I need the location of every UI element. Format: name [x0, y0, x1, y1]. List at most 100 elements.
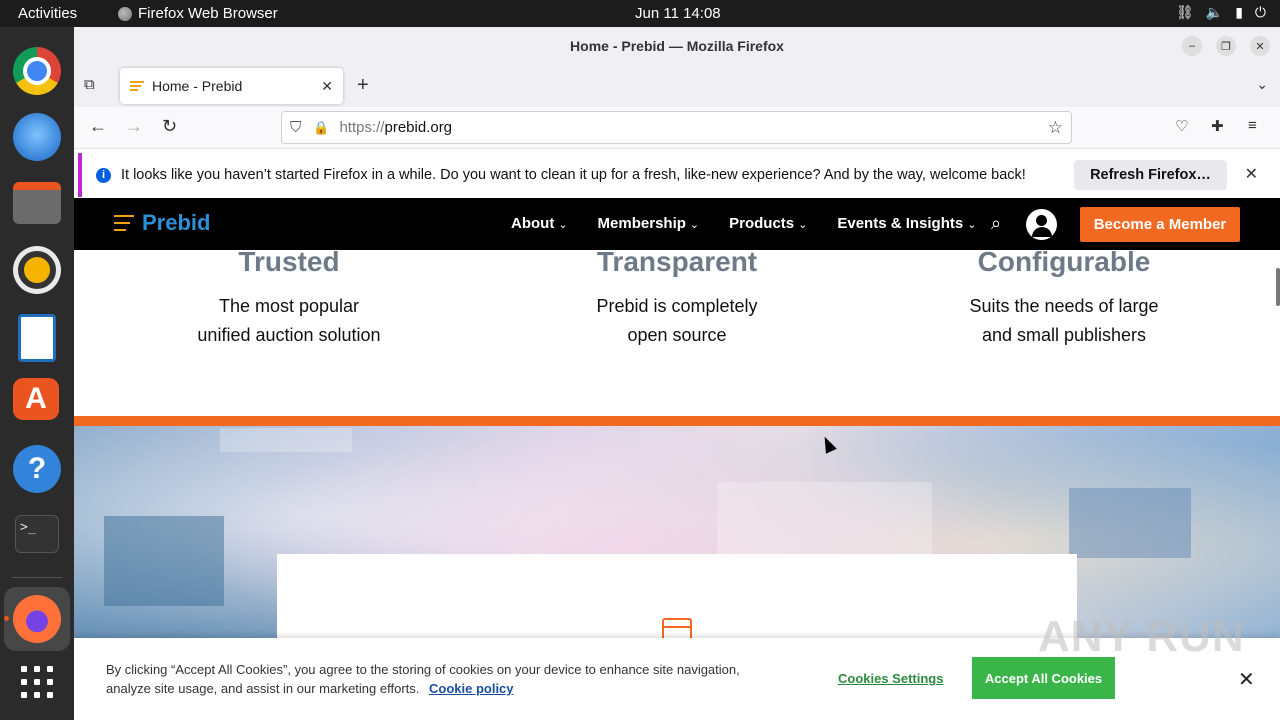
nav-about[interactable]: About ⌄ — [511, 215, 568, 232]
cookie-text: By clicking “Accept All Cookies”, you ag… — [106, 660, 806, 698]
nav-products-label: Products — [729, 215, 795, 232]
feature-transparent: Transparent Prebid is completely open sou… — [527, 246, 827, 350]
hero-decor — [1069, 488, 1191, 558]
power-icon: ⏻ — [1254, 4, 1266, 20]
feature-title: Trusted — [238, 246, 340, 277]
feature-title: Transparent — [596, 246, 758, 277]
accept-all-cookies-button[interactable]: Accept All Cookies — [972, 657, 1115, 699]
nav-events-label: Events & Insights — [837, 215, 964, 232]
firefox-small-icon — [118, 6, 132, 21]
feature-text-line1: Prebid is completely — [596, 296, 758, 316]
site-nav: About ⌄ Membership ⌄ Products ⌄ Events & In… — [511, 215, 976, 232]
tab-bar: ⧉ Home - Prebid ✕ + ⌄ — [74, 64, 1280, 107]
info-icon: i — [96, 167, 111, 183]
list-all-tabs-icon[interactable]: ⌄ — [1256, 76, 1268, 93]
feature-text-line1: Suits the needs of large — [969, 296, 1159, 316]
clock[interactable]: Jun 11 14:08 — [635, 5, 721, 22]
menu-hamburger-icon[interactable]: ≡ — [1248, 117, 1257, 134]
close-cookie-banner-icon[interactable]: ✕ — [1238, 667, 1255, 692]
terminal-icon[interactable]: >_ — [15, 515, 59, 553]
tab-label: Home - Prebid — [152, 78, 243, 94]
thunderbird-icon[interactable] — [13, 113, 61, 161]
maximize-button[interactable]: ❐ — [1216, 36, 1236, 56]
feature-text-line2: open source — [627, 325, 727, 345]
system-top-bar: Activities Firefox Web Browser Jun 11 14… — [0, 0, 1280, 27]
close-window-button[interactable]: ✕ — [1250, 36, 1270, 56]
forward-icon[interactable]: → — [125, 116, 143, 137]
chrome-icon[interactable] — [13, 47, 61, 95]
become-member-button[interactable]: Become a Member — [1080, 207, 1240, 242]
url-scheme: https:// — [339, 119, 385, 136]
lock-icon[interactable]: 🔒 — [313, 120, 329, 136]
account-icon[interactable] — [1026, 209, 1057, 240]
prebid-logo[interactable]: Prebid — [114, 210, 210, 236]
rhythmbox-icon[interactable] — [13, 246, 61, 294]
close-notification-icon[interactable]: ✕ — [1245, 164, 1258, 184]
feature-text-line2: and small publishers — [981, 325, 1147, 345]
refresh-firefox-button[interactable]: Refresh Firefox… — [1074, 160, 1227, 190]
cookie-policy-link[interactable]: Cookie policy — [429, 681, 514, 696]
libreoffice-writer-icon[interactable] — [18, 314, 56, 362]
nav-about-label: About — [511, 215, 555, 232]
window-titlebar: Home - Prebid — Mozilla Firefox – ❐ ✕ — [74, 27, 1280, 64]
search-icon[interactable]: ⌕ — [991, 213, 1001, 234]
chevron-down-icon: ⌄ — [689, 219, 700, 231]
nav-products[interactable]: Products ⌄ — [729, 215, 807, 232]
url-bar[interactable]: ⛉ 🔒 https://prebid.org ☆ — [281, 111, 1072, 144]
app-center-icon[interactable]: A — [13, 378, 59, 420]
activities-button[interactable]: Activities — [18, 5, 77, 22]
feature-text-line1: The most popular — [218, 296, 360, 316]
cookie-text-line2: analyze site usage, and assist in our ma… — [106, 681, 420, 696]
refresh-firefox-notification: i It looks like you haven’t started Fire… — [78, 153, 1276, 197]
feature-configurable: Configurable Suits the needs of large and… — [914, 246, 1214, 350]
system-tray[interactable]: ⛓ 🔈 ▮ ⏻ — [1176, 4, 1266, 21]
close-tab-icon[interactable]: ✕ — [321, 78, 333, 95]
help-icon[interactable]: ? — [13, 445, 61, 493]
prebid-logo-icon — [114, 215, 134, 231]
cookie-text-line1: By clicking “Accept All Cookies”, you ag… — [106, 662, 740, 677]
chevron-down-icon: ⌄ — [798, 219, 808, 231]
dock-separator — [12, 577, 62, 578]
nav-membership-label: Membership — [597, 215, 686, 232]
firefox-view-icon[interactable]: ⧉ — [84, 76, 95, 93]
logo-text: Prebid — [142, 210, 211, 235]
hero-decor — [717, 482, 932, 562]
new-tab-button[interactable]: + — [357, 74, 369, 97]
cookies-settings-button[interactable]: Cookies Settings — [838, 671, 943, 686]
notification-message: It looks like you haven’t started Firefo… — [121, 167, 1026, 183]
app-menu-label: Firefox Web Browser — [138, 5, 278, 22]
back-icon[interactable]: ← — [89, 116, 107, 137]
volume-icon: 🔈 — [1205, 4, 1224, 20]
chevron-down-icon: ⌄ — [558, 219, 568, 231]
window-title: Home - Prebid — Mozilla Firefox — [570, 38, 784, 54]
tab-home-prebid[interactable]: Home - Prebid ✕ — [120, 68, 343, 104]
orange-divider — [74, 416, 1280, 426]
url-host: prebid.org — [384, 119, 453, 136]
battery-icon: ▮ — [1235, 4, 1243, 20]
bookmark-star-icon[interactable]: ☆ — [1048, 118, 1063, 138]
files-icon[interactable] — [13, 182, 61, 224]
dock: A ? >_ — [0, 27, 74, 720]
scrollbar-thumb[interactable] — [1276, 268, 1280, 306]
chevron-down-icon: ⌄ — [967, 219, 977, 231]
feature-trusted: Trusted The most popular unified auction … — [139, 246, 439, 350]
nav-membership[interactable]: Membership ⌄ — [598, 215, 700, 232]
pocket-icon[interactable]: ♡ — [1175, 117, 1188, 135]
prebid-favicon-icon — [130, 81, 144, 91]
extensions-icon[interactable]: ✚ — [1211, 117, 1224, 135]
minimize-button[interactable]: – — [1182, 36, 1202, 56]
features-section: Trusted The most popular unified auction … — [74, 246, 1280, 416]
reload-icon[interactable]: ↻ — [162, 116, 177, 137]
hero-decor — [220, 428, 352, 452]
anyrun-watermark: ANY RUN — [1038, 612, 1245, 661]
network-icon: ⛓ — [1175, 4, 1194, 20]
running-indicator — [4, 616, 9, 621]
hero-decor — [104, 516, 224, 606]
tracking-protection-icon[interactable]: ⛉ — [290, 119, 301, 136]
app-menu[interactable]: Firefox Web Browser — [118, 5, 278, 22]
nav-events-insights[interactable]: Events & Insights ⌄ — [837, 215, 976, 232]
feature-text-line2: unified auction solution — [197, 325, 381, 345]
show-apps-icon[interactable] — [21, 666, 53, 698]
navigation-toolbar: ← → ↻ ⛉ 🔒 https://prebid.org ☆ ♡ ✚ ≡ — [74, 107, 1280, 149]
firefox-icon[interactable] — [13, 595, 61, 643]
